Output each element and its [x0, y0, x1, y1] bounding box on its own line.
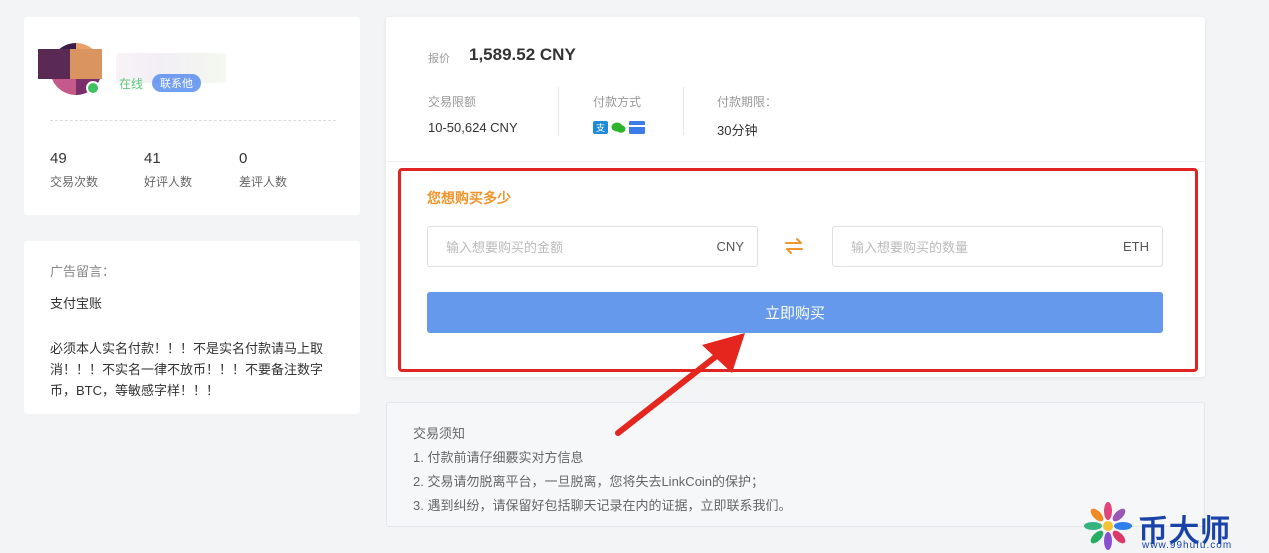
- divider: [50, 120, 336, 121]
- quantity-unit: ETH: [1123, 239, 1149, 254]
- online-status-text: 在线: [119, 77, 144, 91]
- trade-limit-value: 10-50,624 CNY: [428, 120, 518, 135]
- trade-limit: 交易限额 10-50,624 CNY: [428, 93, 518, 135]
- note-item: 3. 遇到纠纷，请保留好包括聊天记录在内的证据，立即联系我们。: [413, 498, 792, 513]
- stat-positive: 41 好评人数: [144, 150, 192, 190]
- notes-title: 交易须知: [413, 426, 466, 441]
- trade-limit-label: 交易限额: [428, 95, 477, 109]
- offer-card: 报价 1,589.52 CNY 交易限额 10-50,624 CNY 付款方式 …: [386, 17, 1205, 377]
- stat-label: 差评人数: [239, 175, 288, 189]
- swap-arrows-icon[interactable]: [783, 235, 805, 257]
- price-value: 1,589.52 CNY: [469, 45, 576, 64]
- wechat-icon: [611, 121, 626, 134]
- quantity-placeholder: 输入想要购买的数量: [851, 240, 969, 255]
- stat-value: 49: [50, 150, 67, 167]
- ad-title: 广告留言：: [50, 264, 116, 279]
- divider: [558, 87, 559, 135]
- amount-placeholder: 输入想要购买的金额: [446, 240, 564, 255]
- buy-now-button[interactable]: 立即购买: [427, 292, 1163, 333]
- payment-methods: 付款方式 支: [593, 93, 645, 134]
- watermark-url: www.99hufu.com: [1142, 540, 1233, 551]
- quantity-input[interactable]: 输入想要购买的数量 ETH: [832, 226, 1163, 267]
- ad-body: 必须本人实名付款！！！不是实名付款请马上取消！！！不实名一律不放币！！！不要备注…: [50, 341, 324, 398]
- ad-line: 支付宝账: [50, 296, 103, 311]
- divider: [683, 87, 684, 135]
- payment-term-value: 30分钟: [717, 123, 758, 138]
- amount-unit: CNY: [716, 239, 744, 254]
- payment-term-label: 付款期限：: [717, 95, 778, 109]
- payment-label: 付款方式: [593, 95, 642, 109]
- note-item: 2. 交易请勿脱离平台，一旦脱离，您将失去LinkCoin的保护；: [413, 474, 765, 489]
- buy-title: 您想购买多少: [427, 190, 511, 206]
- payment-term: 付款期限： 30分钟: [717, 93, 777, 139]
- amount-input[interactable]: 输入想要购买的金额 CNY: [427, 226, 758, 267]
- seller-card: 在线 联系他 49 交易次数 41 好评人数 0 差评人数: [24, 17, 360, 215]
- stat-value: 0: [239, 150, 248, 167]
- price-label: 报价: [428, 53, 450, 65]
- highlight-box: [398, 168, 1198, 372]
- flower-logo-icon: [1084, 502, 1132, 550]
- stat-value: 41: [144, 150, 161, 167]
- avatar[interactable]: [38, 43, 102, 95]
- bank-card-icon: [629, 121, 645, 134]
- ad-message-card: 广告留言： 支付宝账 必须本人实名付款！！！不是实名付款请马上取消！！！不实名一…: [24, 241, 360, 414]
- stat-label: 交易次数: [50, 175, 99, 189]
- annotation-arrow-icon: [615, 333, 745, 436]
- divider: [386, 161, 1205, 162]
- stat-label: 好评人数: [144, 175, 193, 189]
- note-item: 1. 付款前请仔细覈实对方信息: [413, 450, 584, 465]
- watermark-logo: 币大师 www.99hufu.com: [1080, 500, 1260, 552]
- alipay-icon: 支: [593, 121, 608, 134]
- stat-negative: 0 差评人数: [239, 150, 287, 190]
- online-status-dot: [86, 81, 100, 95]
- contact-button[interactable]: 联系他: [152, 74, 201, 92]
- stat-trades: 49 交易次数: [50, 150, 98, 190]
